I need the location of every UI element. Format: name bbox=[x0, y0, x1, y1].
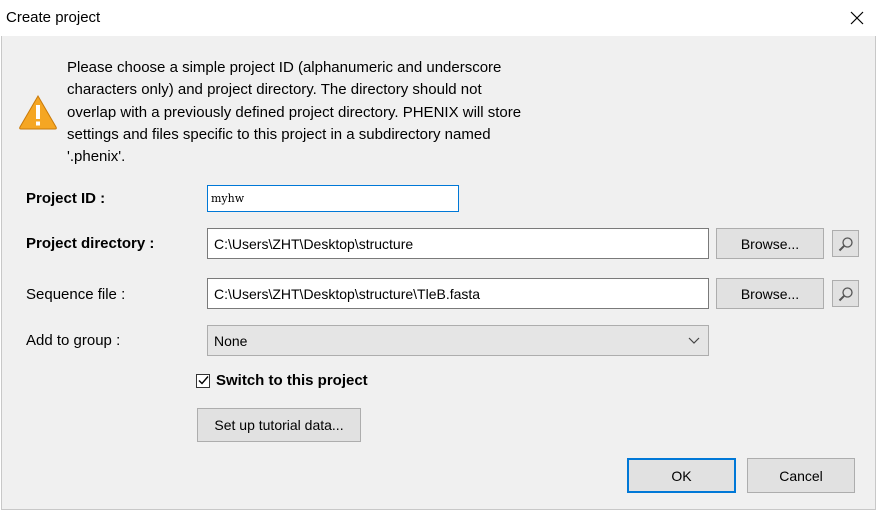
title-bar: Create project bbox=[0, 0, 877, 36]
project-id-label: Project ID : bbox=[26, 190, 106, 207]
magnifier-icon bbox=[838, 286, 853, 301]
project-directory-label: Project directory : bbox=[26, 235, 155, 252]
project-directory-input[interactable]: C:\Users\ZHT\Desktop\structure bbox=[207, 228, 709, 259]
sequence-file-browse-button[interactable]: Browse... bbox=[716, 278, 824, 309]
group-select-value: None bbox=[214, 332, 248, 349]
checkmark-icon bbox=[198, 376, 209, 385]
magnifier-icon bbox=[838, 236, 853, 251]
close-button[interactable] bbox=[842, 4, 872, 32]
warning-icon bbox=[19, 95, 57, 130]
group-select[interactable]: None bbox=[207, 325, 709, 356]
sequence-file-label: Sequence file : bbox=[26, 286, 126, 303]
switch-project-checkbox[interactable]: Switch to this project bbox=[196, 372, 368, 389]
ok-button[interactable]: OK bbox=[627, 458, 736, 493]
chevron-down-icon bbox=[688, 337, 700, 344]
close-icon bbox=[850, 11, 864, 25]
cancel-button[interactable]: Cancel bbox=[747, 458, 855, 493]
project-id-input[interactable]: myhw bbox=[207, 185, 459, 212]
sequence-file-input[interactable]: C:\Users\ZHT\Desktop\structure\TleB.fast… bbox=[207, 278, 709, 309]
switch-project-label: Switch to this project bbox=[216, 372, 368, 389]
project-directory-search-button[interactable] bbox=[832, 230, 859, 257]
info-message: Please choose a simple project ID (alpha… bbox=[67, 59, 522, 166]
checkbox-box bbox=[196, 373, 210, 388]
project-directory-browse-button[interactable]: Browse... bbox=[716, 228, 824, 259]
sequence-file-search-button[interactable] bbox=[832, 280, 859, 307]
tutorial-data-button[interactable]: Set up tutorial data... bbox=[197, 408, 361, 442]
add-to-group-label: Add to group : bbox=[26, 332, 121, 349]
window-title: Create project bbox=[6, 9, 101, 26]
